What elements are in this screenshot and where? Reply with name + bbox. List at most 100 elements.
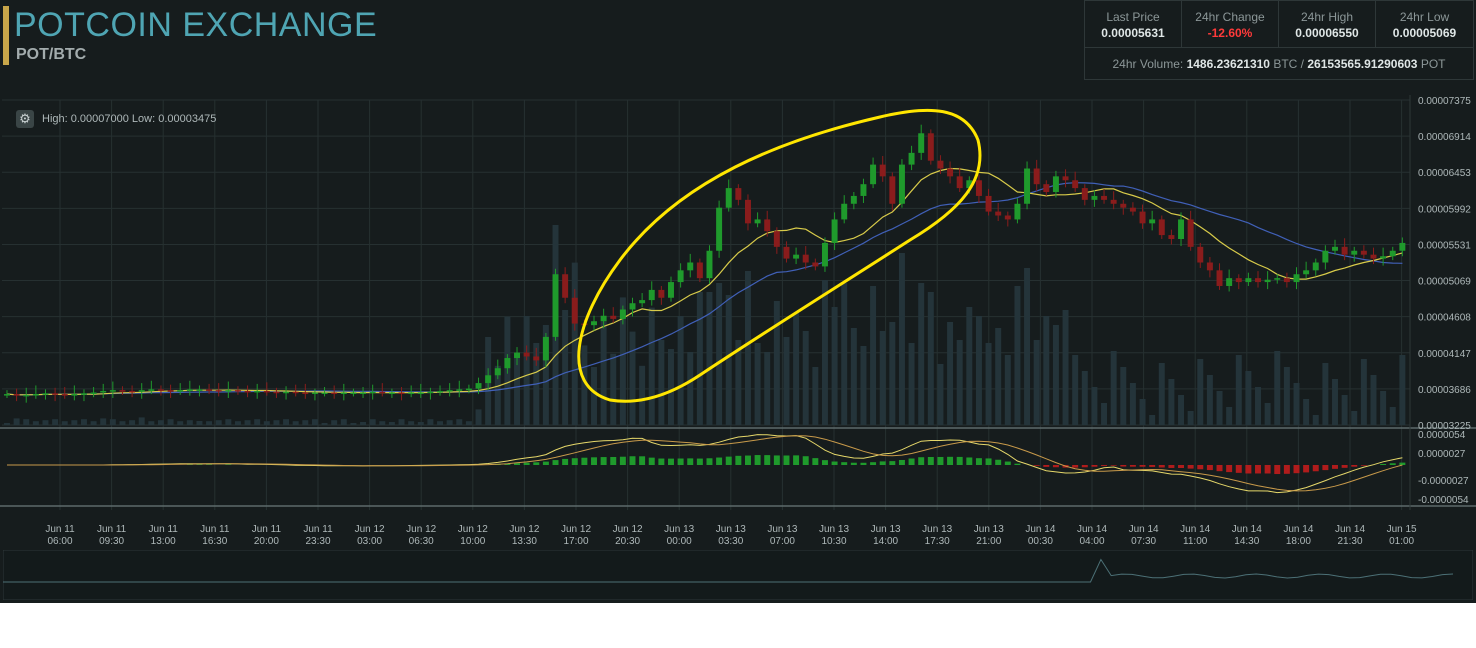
candle <box>927 133 934 161</box>
volume-bar <box>215 420 222 425</box>
volume-btc: 1486.23621310 <box>1186 57 1270 71</box>
macd-bar <box>1158 465 1165 468</box>
volume-bar <box>109 419 116 425</box>
navigator-overview[interactable] <box>3 550 1473 600</box>
candle <box>427 391 434 394</box>
volume-bar <box>793 313 800 425</box>
volume-bar <box>850 328 857 425</box>
macd-bar <box>1072 465 1079 468</box>
macd-bar <box>1101 465 1108 466</box>
macd-bar <box>1139 465 1146 467</box>
candle <box>13 394 20 396</box>
time-tick-date: Jun 14 <box>1335 524 1365 535</box>
volume-bar <box>167 419 174 425</box>
candle <box>417 392 424 394</box>
candle <box>1293 274 1300 283</box>
time-tick-date: Jun 13 <box>767 524 797 535</box>
volume-bar <box>23 419 30 425</box>
candle <box>475 383 482 389</box>
candle <box>1332 246 1338 251</box>
volume-bar <box>1226 407 1233 425</box>
time-tick-time: 06:00 <box>47 536 72 547</box>
volume-bar <box>1303 399 1310 425</box>
candle <box>206 389 213 391</box>
time-tick-time: 16:30 <box>202 536 227 547</box>
time-tick-date: Jun 11 <box>303 524 333 535</box>
candle <box>350 392 357 394</box>
volume-bar <box>1129 383 1136 425</box>
candle <box>1004 215 1011 220</box>
volume-bar <box>1216 391 1223 425</box>
last-price-stat: Last Price 0.00005631 <box>1085 1 1182 47</box>
price-chart[interactable]: 0.00007375 0.00006914 0.00006453 0.00005992… <box>0 95 1476 550</box>
candle <box>735 188 742 200</box>
volume-bar <box>677 316 684 425</box>
macd-bar <box>1187 465 1194 469</box>
time-tick-date: Jun 14 <box>1077 524 1107 535</box>
macd-bar <box>658 458 665 465</box>
volume-bar <box>658 340 665 425</box>
candle <box>975 180 982 196</box>
candle <box>369 391 376 394</box>
candle <box>157 389 164 391</box>
macd-bar <box>1178 465 1185 468</box>
last-price-value: 0.00005631 <box>1101 26 1165 40</box>
volume-bar <box>918 283 925 425</box>
candle <box>80 393 87 395</box>
candle <box>1399 242 1406 251</box>
candle <box>186 389 193 391</box>
candle <box>629 303 636 310</box>
volume-bar <box>446 420 453 425</box>
volume-bar <box>716 283 723 425</box>
volume-bar <box>1235 355 1242 425</box>
volume-bar <box>1245 371 1252 425</box>
candle <box>129 390 136 393</box>
time-tick-date: Jun 13 <box>871 524 901 535</box>
time-tick-date: Jun 14 <box>1025 524 1055 535</box>
candle <box>744 199 751 224</box>
time-tick-date: Jun 13 <box>664 524 694 535</box>
candle <box>1206 262 1213 271</box>
macd-bar <box>552 460 559 465</box>
macd-bar <box>985 458 992 465</box>
gear-icon[interactable]: ⚙ <box>16 110 34 128</box>
volume-bar <box>52 419 59 425</box>
price-tick-label: 0.00005531 <box>1418 240 1471 251</box>
volume-bar <box>234 421 241 425</box>
time-tick-time: 10:00 <box>460 536 485 547</box>
candle <box>812 262 819 267</box>
candle <box>1014 203 1021 220</box>
candle <box>1303 270 1310 275</box>
macd-bar <box>918 457 925 465</box>
candle <box>1370 254 1377 259</box>
candle <box>1216 270 1223 286</box>
price-tick-label: 0.00004608 <box>1418 313 1471 324</box>
macd-bar <box>1014 463 1021 465</box>
volume-bar <box>831 307 838 425</box>
macd-bar <box>1129 465 1136 467</box>
volume-bar <box>340 419 347 425</box>
volume-bar <box>61 421 68 425</box>
volume-bar <box>841 283 848 425</box>
time-tick-time: 07:00 <box>770 536 795 547</box>
macd-bar <box>821 460 828 465</box>
candle <box>639 300 646 304</box>
candle <box>898 164 905 204</box>
macd-bar <box>1264 465 1271 474</box>
candle <box>571 297 578 324</box>
volume-bar <box>571 262 578 425</box>
candle <box>985 195 992 212</box>
candle <box>504 358 511 369</box>
volume-bar <box>1024 268 1031 425</box>
ma-fast-line <box>6 167 1403 396</box>
macd-bar <box>1380 463 1387 465</box>
macd-tick-label: 0.0000027 <box>1418 449 1466 460</box>
candle <box>119 390 126 392</box>
candle <box>331 392 338 394</box>
macd-bar <box>1235 465 1242 473</box>
candle <box>860 184 867 196</box>
volume-pot-unit: POT <box>1420 57 1446 71</box>
high-label: 24hr High <box>1300 10 1354 24</box>
candle <box>1255 278 1261 283</box>
time-tick-time: 17:30 <box>925 536 950 547</box>
